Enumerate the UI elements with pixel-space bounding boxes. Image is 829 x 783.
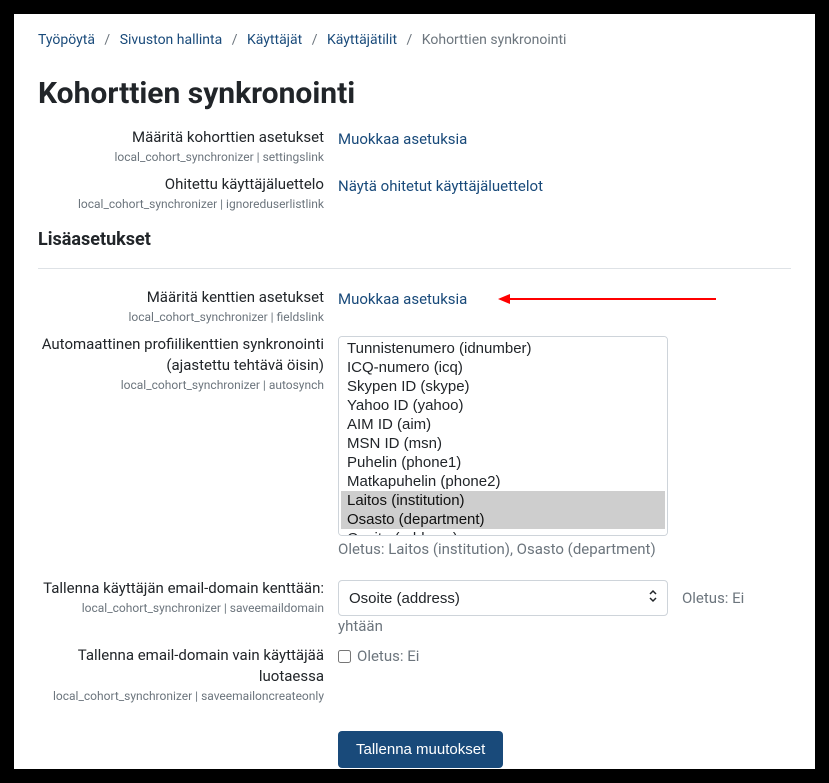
setting-label-autosynch: Automaattinen profiilikenttien synkronoi… — [38, 334, 324, 376]
divider — [38, 268, 791, 269]
arrow-annotation-icon — [498, 293, 718, 305]
breadcrumb-link[interactable]: Työpöytä — [38, 32, 95, 48]
autosynch-option[interactable]: Skypen ID (skype) — [341, 377, 665, 396]
breadcrumb-sep: / — [232, 32, 238, 48]
autosynch-multiselect[interactable]: Tunnistenumero (idnumber)ICQ-numero (icq… — [338, 336, 668, 536]
autosynch-option[interactable]: Puhelin (phone1) — [341, 453, 665, 472]
autosynch-option[interactable]: Osoite (address) — [341, 529, 665, 536]
autosynch-option[interactable]: Yahoo ID (yahoo) — [341, 396, 665, 415]
saveemailoncreateonly-checkbox[interactable] — [338, 650, 351, 663]
setting-key: local_cohort_synchronizer | autosynch — [38, 378, 324, 392]
breadcrumb-link[interactable]: Käyttäjätilit — [327, 32, 397, 48]
autosynch-option[interactable]: AIM ID (aim) — [341, 415, 665, 434]
breadcrumb-current: Kohorttien synkronointi — [422, 32, 567, 48]
edit-fields-link[interactable]: Muokkaa asetuksia — [338, 290, 467, 308]
saveemaildomain-select[interactable]: Osoite (address) — [338, 580, 668, 616]
edit-settings-link[interactable]: Muokkaa asetuksia — [338, 130, 467, 148]
breadcrumb-sep: / — [104, 32, 110, 48]
setting-key: local_cohort_synchronizer | settingslink — [38, 150, 324, 164]
advanced-settings-heading: Lisäasetukset — [38, 229, 791, 250]
setting-key: local_cohort_synchronizer | saveemailonc… — [38, 689, 324, 703]
show-ignored-users-link[interactable]: Näytä ohitetut käyttäjäluettelot — [338, 177, 543, 195]
setting-label-saveemaildomain: Tallenna käyttäjän email-domain kenttään… — [38, 578, 324, 599]
setting-key: local_cohort_synchronizer | saveemaildom… — [38, 601, 324, 615]
setting-label-saveemailoncreateonly: Tallenna email-domain vain käyttäjää luo… — [38, 645, 324, 687]
autosynch-option[interactable]: Laitos (institution) — [341, 491, 665, 510]
breadcrumb-link[interactable]: Sivuston hallinta — [120, 32, 223, 48]
setting-key: local_cohort_synchronizer | ignoreduserl… — [38, 197, 324, 211]
breadcrumb-sep: / — [407, 32, 413, 48]
autosynch-option[interactable]: Matkapuhelin (phone2) — [341, 472, 665, 491]
setting-label-ignoredlist: Ohitettu käyttäjäluettelo — [38, 174, 324, 195]
save-button[interactable]: Tallenna muutokset — [338, 731, 503, 768]
setting-label-fieldslink: Määritä kenttien asetukset — [38, 287, 324, 308]
breadcrumb-sep: / — [312, 32, 318, 48]
setting-key: local_cohort_synchronizer | fieldslink — [38, 310, 324, 324]
breadcrumb: Työpöytä / Sivuston hallinta / Käyttäjät… — [38, 32, 791, 48]
autosynch-option[interactable]: Osasto (department) — [341, 510, 665, 529]
setting-label-settingslink: Määritä kohorttien asetukset — [38, 127, 324, 148]
autosynch-default: Oletus: Laitos (institution), Osasto (de… — [338, 540, 791, 558]
autosynch-option[interactable]: Tunnistenumero (idnumber) — [341, 339, 665, 358]
breadcrumb-link[interactable]: Käyttäjät — [247, 32, 302, 48]
autosynch-option[interactable]: MSN ID (msn) — [341, 434, 665, 453]
page-title: Kohorttien synkronointi — [38, 76, 791, 111]
autosynch-option[interactable]: ICQ-numero (icq) — [341, 358, 665, 377]
saveemailoncreateonly-default: Oletus: Ei — [357, 647, 419, 665]
